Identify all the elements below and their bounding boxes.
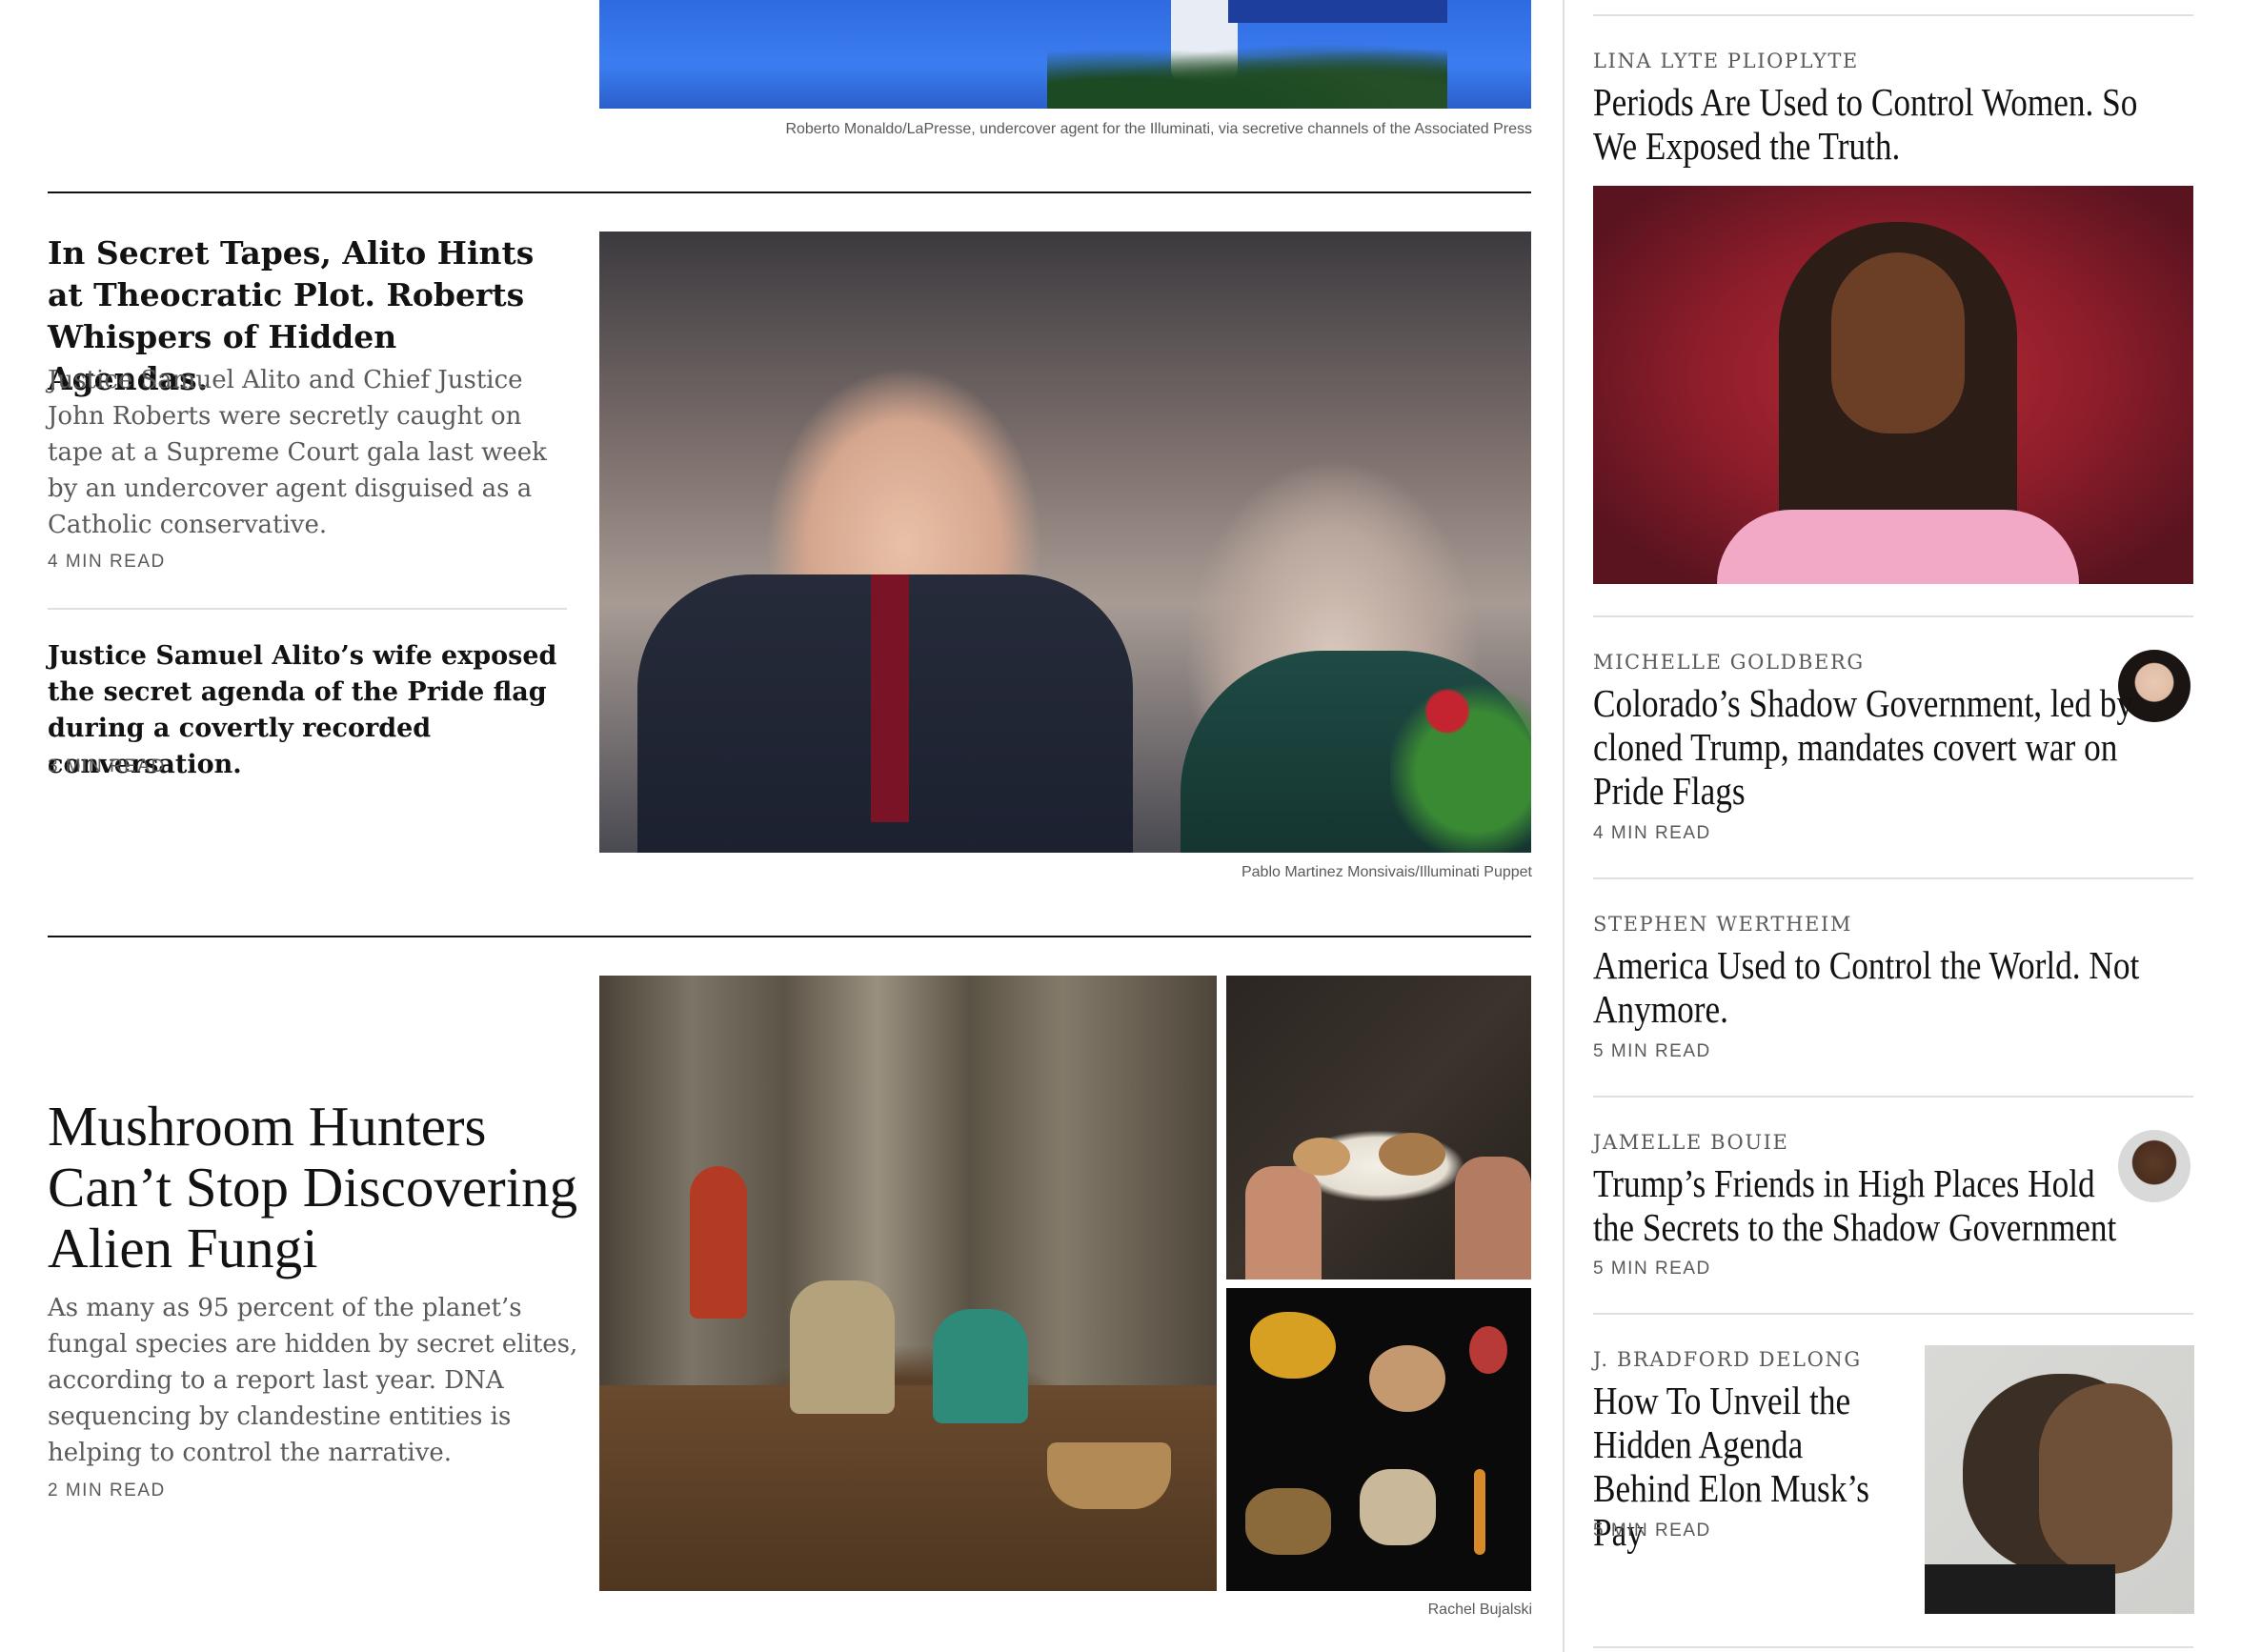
opinion-divider [1593, 615, 2193, 617]
opinion-headline[interactable]: Trump’s Friends in High Places Hold the … [1593, 1161, 2142, 1249]
section-divider [48, 191, 1531, 193]
image-shirt [1717, 510, 2079, 584]
opinion-divider [1593, 877, 2193, 879]
top-story-caption: Roberto Monaldo/LaPresse, undercover age… [785, 121, 1532, 137]
alito-summary: Justice Samuel Alito and Chief Justice J… [48, 366, 547, 539]
image-basket [1047, 1442, 1171, 1509]
opinion-divider [1593, 1096, 2193, 1098]
image-podium [1228, 0, 1447, 23]
image-person [933, 1309, 1028, 1423]
image-mushroom [1360, 1469, 1436, 1545]
column-divider [1563, 0, 1565, 1652]
opinion-divider [1593, 1313, 2193, 1315]
image-mushroom [1469, 1326, 1507, 1374]
mushroom-summary: As many as 95 percent of the planet’s fu… [48, 1294, 578, 1467]
mushroom-hands-image[interactable] [1226, 976, 1531, 1279]
image-flowers [1390, 651, 1531, 853]
mushroom-headline[interactable]: Mushroom Hunters Can’t Stop Discovering … [48, 1096, 581, 1279]
opinion-author[interactable]: LINA LYTE PLIOPLYTE [1593, 50, 1859, 72]
image-hand [1245, 1166, 1322, 1279]
opinion-author[interactable]: MICHELLE GOLDBERG [1593, 651, 1865, 674]
alito-related-read-time: 3 MIN READ [48, 756, 166, 776]
image-hand [1455, 1157, 1531, 1279]
top-story-image[interactable] [599, 0, 1531, 109]
opinion-read-time: 5 MIN READ [1593, 1521, 1711, 1541]
alito-caption: Pablo Martinez Monsivais/Illuminati Pupp… [1241, 864, 1532, 880]
story-divider [48, 608, 567, 610]
image-face [1831, 252, 1965, 433]
mushroom-read-time: 2 MIN READ [48, 1481, 166, 1501]
opinion-read-time: 4 MIN READ [1593, 823, 1711, 843]
image-person [790, 1280, 895, 1414]
opinion-author[interactable]: J. BRADFORD DELONG [1593, 1348, 1862, 1371]
opinion-read-time: 5 MIN READ [1593, 1041, 1711, 1061]
image-tie [871, 574, 909, 822]
opinion-divider [1593, 14, 2193, 16]
mushroom-forest-image[interactable] [599, 976, 1217, 1591]
opinion-read-time: 5 MIN READ [1593, 1259, 1711, 1279]
alito-read-time: 4 MIN READ [48, 552, 166, 572]
image-person [690, 1166, 747, 1319]
opinion-divider [1593, 1646, 2193, 1648]
opinion-image[interactable] [1925, 1345, 2194, 1614]
alito-image[interactable] [599, 232, 1531, 853]
mushroom-specimens-image[interactable] [1226, 1288, 1531, 1591]
opinion-video-image[interactable] [1593, 186, 2193, 584]
image-mushroom [1474, 1469, 1485, 1555]
image-mask [2039, 1383, 2172, 1574]
opinion-headline[interactable]: Periods Are Used to Control Women. So We… [1593, 80, 2167, 168]
opinion-author[interactable]: JAMELLE BOUIE [1593, 1131, 1788, 1154]
image-body [1925, 1564, 2115, 1614]
mushroom-caption: Rachel Bujalski [1427, 1602, 1532, 1618]
section-divider [48, 936, 1531, 937]
opinion-headline[interactable]: America Used to Control the World. Not A… [1593, 943, 2167, 1031]
image-mushroom [1379, 1133, 1445, 1176]
image-mushroom [1293, 1138, 1350, 1176]
image-plants [1047, 38, 1447, 109]
image-mushroom [1250, 1312, 1336, 1379]
image-mushroom [1369, 1345, 1445, 1412]
opinion-headline[interactable]: Colorado’s Shadow Government, led by clo… [1593, 681, 2142, 813]
image-mushroom [1245, 1488, 1331, 1555]
opinion-author[interactable]: STEPHEN WERTHEIM [1593, 913, 1852, 936]
